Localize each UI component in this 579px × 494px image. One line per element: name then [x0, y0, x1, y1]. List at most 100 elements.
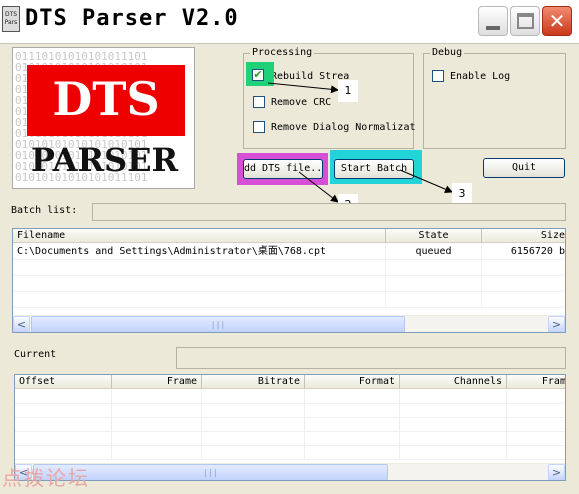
empty-cell — [305, 418, 400, 432]
empty-cell — [400, 418, 507, 432]
column-bitrate[interactable]: Bitrate — [202, 375, 305, 389]
empty-cell — [400, 446, 507, 460]
add-dts-file-button[interactable]: dd DTS file... — [243, 159, 323, 179]
empty-cell — [112, 432, 202, 446]
empty-cell — [482, 260, 565, 276]
maximize-button[interactable] — [510, 6, 540, 36]
processing-group-label: Processing — [250, 47, 315, 58]
empty-row — [15, 432, 565, 446]
column-frame-2[interactable]: Frame — [507, 375, 565, 389]
column-filename[interactable]: Filename — [13, 229, 386, 243]
window-title: DTS Parser V2.0 — [25, 6, 239, 31]
enable-log-checkbox[interactable] — [432, 70, 444, 82]
empty-cell — [507, 404, 565, 418]
forum-watermark: 点拨论坛 — [2, 466, 90, 490]
close-button[interactable]: ✕ — [542, 6, 572, 36]
batch-list-status-field — [92, 203, 566, 221]
empty-cell — [305, 390, 400, 404]
row-state: queued — [386, 244, 482, 260]
empty-cell — [305, 432, 400, 446]
empty-cell — [507, 418, 565, 432]
table-row[interactable]: C:\Documents and Settings\Administrator\… — [13, 244, 565, 260]
empty-cell — [112, 446, 202, 460]
column-offset[interactable]: Offset — [15, 375, 112, 389]
current-label: Current — [14, 349, 57, 360]
empty-cell — [112, 404, 202, 418]
title-bar: DTS Pars DTS Parser V2.0 ✕ — [0, 0, 579, 44]
minimize-icon — [486, 26, 500, 30]
rebuild-stream-check-overlay[interactable]: ✔ — [252, 67, 270, 83]
empty-cell — [13, 276, 386, 292]
current-frames-header: Offset Frame Bitrate Format Channels Fra… — [15, 375, 565, 389]
empty-cell — [202, 390, 305, 404]
current-frames-hscrollbar[interactable]: < ||| > — [15, 463, 565, 480]
empty-cell — [13, 292, 386, 308]
scroll-right-button[interactable]: > — [548, 316, 565, 332]
scroll-left-button[interactable]: < — [13, 316, 30, 332]
column-channels[interactable]: Channels — [400, 375, 507, 389]
debug-group: Debug Enable Log — [423, 47, 566, 149]
empty-cell — [400, 404, 507, 418]
empty-cell — [386, 276, 482, 292]
empty-cell — [112, 418, 202, 432]
empty-cell — [305, 446, 400, 460]
column-frame[interactable]: Frame — [112, 375, 202, 389]
empty-cell — [507, 432, 565, 446]
quit-button[interactable]: Quit — [483, 158, 565, 178]
remove-crc-label: Remove CRC — [271, 96, 332, 108]
empty-cell — [202, 432, 305, 446]
remove-dialog-normalization-checkbox[interactable] — [253, 121, 265, 133]
current-frames-view[interactable]: Offset Frame Bitrate Format Channels Fra… — [14, 374, 566, 481]
enable-log-option[interactable]: Enable Log — [432, 68, 510, 84]
empty-cell — [13, 260, 386, 276]
scroll-thumb[interactable]: ||| — [31, 316, 405, 332]
dts-parser-logo: 01110101010101011101 01010101010101010101… — [12, 47, 195, 189]
logo-dts-text: DTS — [52, 72, 160, 126]
row-filename: C:\Documents and Settings\Administrator\… — [13, 244, 386, 260]
column-format[interactable]: Format — [305, 375, 400, 389]
empty-cell — [507, 390, 565, 404]
maximize-icon — [517, 13, 534, 29]
empty-cell — [202, 418, 305, 432]
empty-cell — [202, 446, 305, 460]
batch-list-header: Filename State Size — [13, 229, 565, 243]
remove-dialog-normalization-label: Remove Dialog Normalizat — [271, 121, 416, 133]
empty-row — [13, 292, 565, 308]
empty-cell — [202, 404, 305, 418]
empty-cell — [305, 404, 400, 418]
batch-list-view[interactable]: Filename State Size C:\Documents and Set… — [12, 228, 566, 333]
minimize-button[interactable] — [478, 6, 508, 36]
batch-list-hscrollbar[interactable]: < ||| > — [13, 315, 565, 332]
column-size[interactable]: Size — [482, 229, 565, 243]
enable-log-label: Enable Log — [450, 70, 511, 82]
empty-cell — [400, 432, 507, 446]
callout-1: 1 — [338, 80, 358, 102]
empty-row — [15, 404, 565, 418]
current-status-field — [176, 347, 566, 369]
empty-cell — [482, 292, 565, 308]
column-state[interactable]: State — [386, 229, 482, 243]
empty-row — [15, 390, 565, 404]
remove-crc-checkbox[interactable] — [253, 96, 265, 108]
empty-cell — [386, 260, 482, 276]
batch-list-label: Batch list: — [11, 205, 78, 216]
empty-cell — [507, 446, 565, 460]
remove-crc-option[interactable]: Remove CRC — [253, 94, 331, 110]
empty-cell — [386, 292, 482, 308]
empty-cell — [15, 432, 112, 446]
empty-cell — [482, 276, 565, 292]
empty-row — [15, 446, 565, 460]
empty-cell — [15, 390, 112, 404]
start-batch-button[interactable]: Start Batch — [334, 159, 414, 179]
empty-row — [13, 260, 565, 276]
scroll-right-button[interactable]: > — [548, 464, 565, 480]
empty-cell — [15, 404, 112, 418]
empty-cell — [400, 390, 507, 404]
app-icon: DTS Pars — [2, 6, 20, 32]
empty-cell — [15, 418, 112, 432]
remove-dialog-normalization-option[interactable]: Remove Dialog Normalizat — [253, 119, 416, 135]
empty-cell — [15, 446, 112, 460]
empty-row — [13, 276, 565, 292]
row-size: 6156720 b — [482, 244, 565, 260]
logo-parser-text: PARSER — [30, 141, 179, 179]
